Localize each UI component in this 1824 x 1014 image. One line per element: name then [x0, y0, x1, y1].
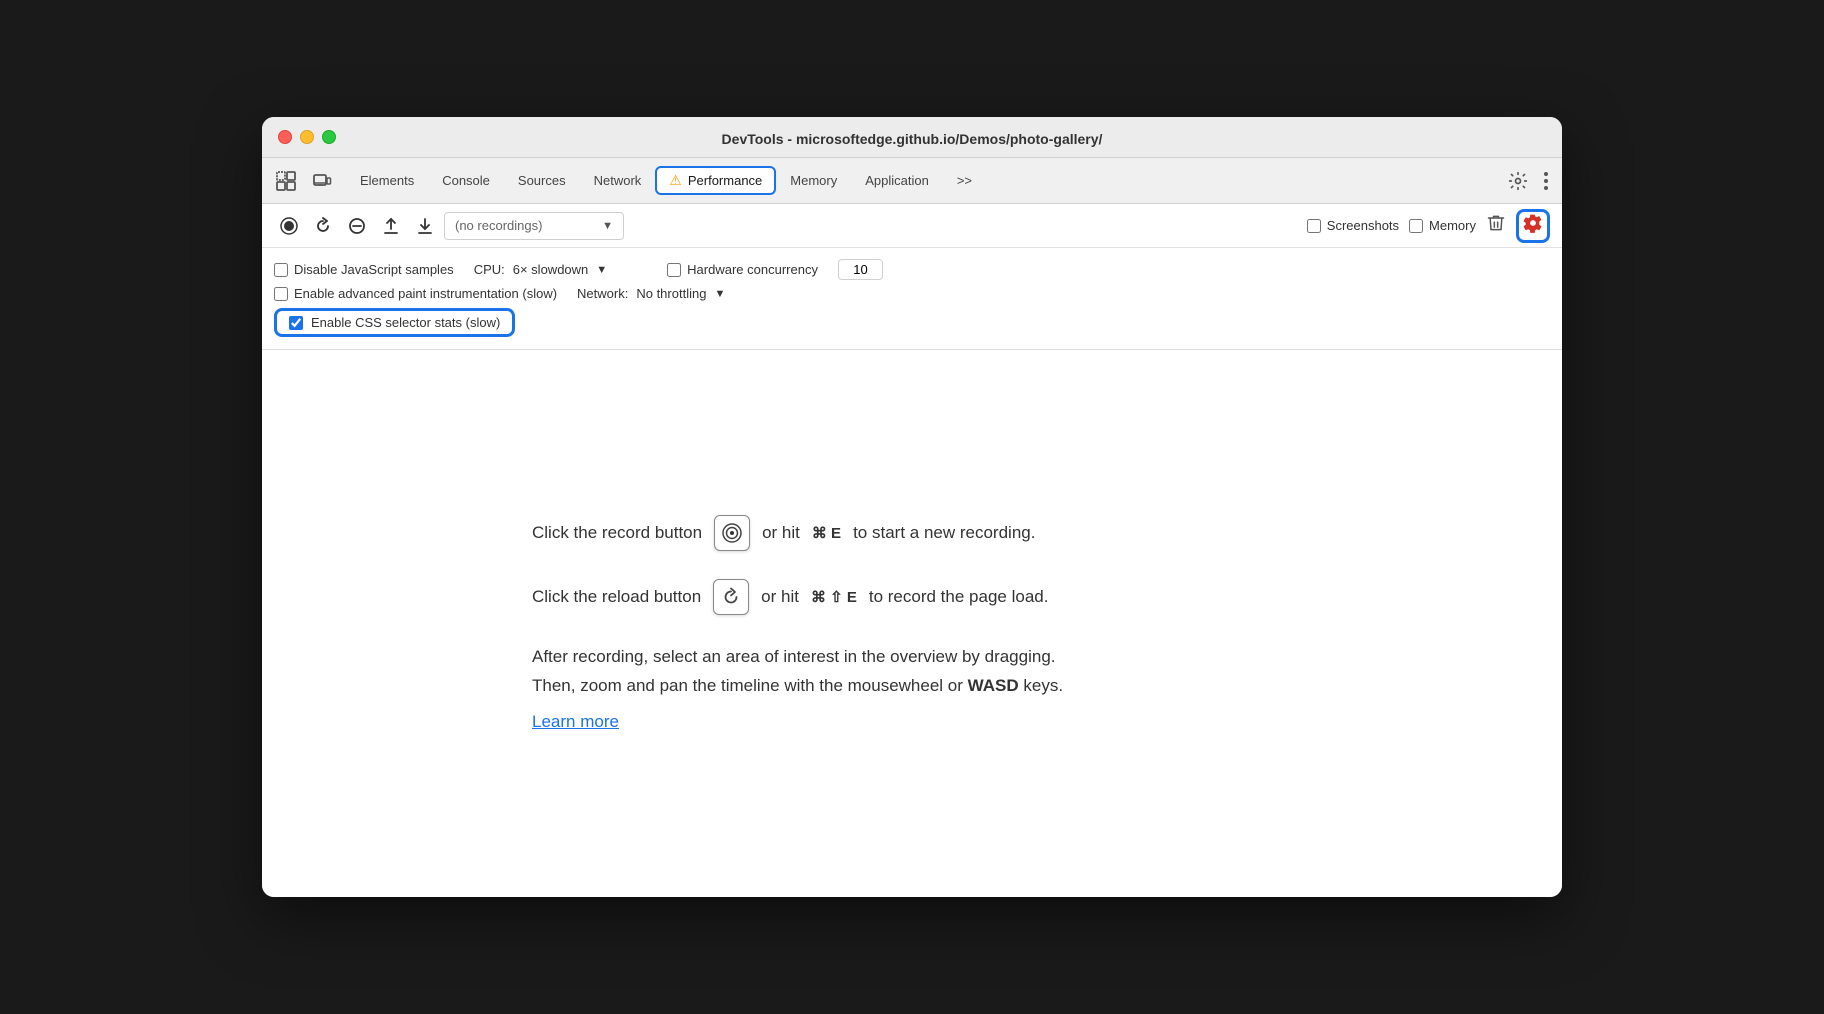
network-value: No throttling: [636, 286, 706, 301]
close-button[interactable]: [278, 130, 292, 144]
screenshots-checkbox-label[interactable]: Screenshots: [1307, 218, 1399, 233]
more-options-icon[interactable]: [1538, 168, 1554, 194]
screenshots-checkbox[interactable]: [1307, 219, 1321, 233]
clear-recordings-icon[interactable]: [1486, 213, 1506, 238]
reload-shortcut: ⌘ ⇧ E: [811, 588, 857, 606]
enable-paint-checkbox[interactable]: [274, 287, 288, 301]
recordings-dropdown[interactable]: (no recordings) ▼: [444, 212, 624, 240]
css-row: Enable CSS selector stats (slow): [274, 304, 1550, 341]
hw-concurrency-label[interactable]: Hardware concurrency: [667, 262, 818, 277]
cpu-value: 6× slowdown: [513, 262, 589, 277]
recordings-value: (no recordings): [455, 218, 542, 233]
upload-button[interactable]: [376, 211, 406, 241]
performance-toolbar: (no recordings) ▼ Screenshots Memory: [262, 204, 1562, 248]
memory-checkbox[interactable]: [1409, 219, 1423, 233]
network-dropdown[interactable]: No throttling ▼: [636, 286, 725, 301]
reload-button-icon: [713, 579, 749, 615]
wasd-text: WASD: [968, 676, 1019, 695]
enable-paint-label[interactable]: Enable advanced paint instrumentation (s…: [274, 286, 557, 301]
main-content: Click the record button or hit ⌘ E to st…: [262, 350, 1562, 897]
toolbar-right: Screenshots Memory: [1307, 209, 1550, 243]
options-row-2: Enable advanced paint instrumentation (s…: [274, 283, 1550, 304]
reload-instruction: Click the reload button or hit ⌘ ⇧ E to …: [532, 579, 1292, 615]
inspect-element-icon[interactable]: [270, 167, 302, 195]
network-chevron-icon: ▼: [714, 288, 725, 300]
record-button-icon: [714, 515, 750, 551]
tab-elements[interactable]: Elements: [346, 167, 428, 194]
window-title: DevTools - microsoftedge.github.io/Demos…: [722, 131, 1103, 147]
tab-more[interactable]: >>: [943, 167, 986, 194]
maximize-button[interactable]: [322, 130, 336, 144]
tab-network[interactable]: Network: [580, 167, 656, 194]
after-text-2: Then, zoom and pan the timeline with the…: [532, 676, 963, 695]
minimize-button[interactable]: [300, 130, 314, 144]
reload-text-before: Click the reload button: [532, 587, 701, 607]
tab-memory[interactable]: Memory: [776, 167, 851, 194]
css-stats-checkbox[interactable]: [289, 316, 303, 330]
tab-performance[interactable]: ⚠ Performance: [655, 166, 776, 195]
options-row-1: Disable JavaScript samples CPU: 6× slowd…: [274, 256, 1550, 283]
network-label: Network:: [577, 286, 628, 301]
after-text-3: keys.: [1023, 676, 1063, 695]
clear-button[interactable]: [342, 211, 372, 241]
instruction-block: Click the record button or hit ⌘ E to st…: [532, 515, 1292, 733]
cpu-dropdown[interactable]: 6× slowdown ▼: [513, 262, 607, 277]
learn-more-link[interactable]: Learn more: [532, 712, 619, 731]
disable-js-samples-checkbox[interactable]: [274, 263, 288, 277]
title-bar: DevTools - microsoftedge.github.io/Demos…: [262, 117, 1562, 158]
cpu-chevron-icon: ▼: [596, 264, 607, 276]
record-or: or hit: [762, 523, 800, 543]
tab-bar-icons: [270, 167, 338, 195]
after-recording-text: After recording, select an area of inter…: [532, 643, 1292, 701]
performance-gear-icon: [1523, 213, 1543, 238]
device-emulation-icon[interactable]: [306, 167, 338, 195]
tab-sources[interactable]: Sources: [504, 167, 580, 194]
record-button[interactable]: [274, 211, 304, 241]
devtools-window: DevTools - microsoftedge.github.io/Demos…: [262, 117, 1562, 897]
tab-application[interactable]: Application: [851, 167, 943, 194]
hw-concurrency-checkbox[interactable]: [667, 263, 681, 277]
cpu-control: CPU: 6× slowdown ▼: [474, 262, 607, 277]
tab-bar-right: [1502, 167, 1554, 195]
record-instruction: Click the record button or hit ⌘ E to st…: [532, 515, 1292, 551]
memory-checkbox-label[interactable]: Memory: [1409, 218, 1476, 233]
options-bar: Disable JavaScript samples CPU: 6× slowd…: [262, 248, 1562, 350]
record-text-after: to start a new recording.: [853, 523, 1035, 543]
chevron-down-icon: ▼: [602, 220, 613, 232]
warning-triangle-icon: ⚠: [669, 172, 682, 189]
record-text-before: Click the record button: [532, 523, 702, 543]
hw-concurrency-input[interactable]: 10: [838, 259, 883, 280]
tab-bar: Elements Console Sources Network ⚠ Perfo…: [262, 158, 1562, 204]
tab-console[interactable]: Console: [428, 167, 504, 194]
after-text-1: After recording, select an area of inter…: [532, 647, 1056, 666]
network-control: Network: No throttling ▼: [577, 286, 725, 301]
record-shortcut: ⌘ E: [812, 524, 841, 542]
disable-js-samples-label[interactable]: Disable JavaScript samples: [274, 262, 454, 277]
download-button[interactable]: [410, 211, 440, 241]
settings-gear-icon[interactable]: [1502, 167, 1534, 195]
css-stats-label[interactable]: Enable CSS selector stats (slow): [274, 308, 515, 337]
traffic-lights: [278, 130, 336, 144]
reload-or: or hit: [761, 587, 799, 607]
reload-button[interactable]: [308, 211, 338, 241]
performance-settings-button[interactable]: [1516, 209, 1550, 243]
cpu-label: CPU:: [474, 262, 505, 277]
reload-text-after: to record the page load.: [869, 587, 1049, 607]
